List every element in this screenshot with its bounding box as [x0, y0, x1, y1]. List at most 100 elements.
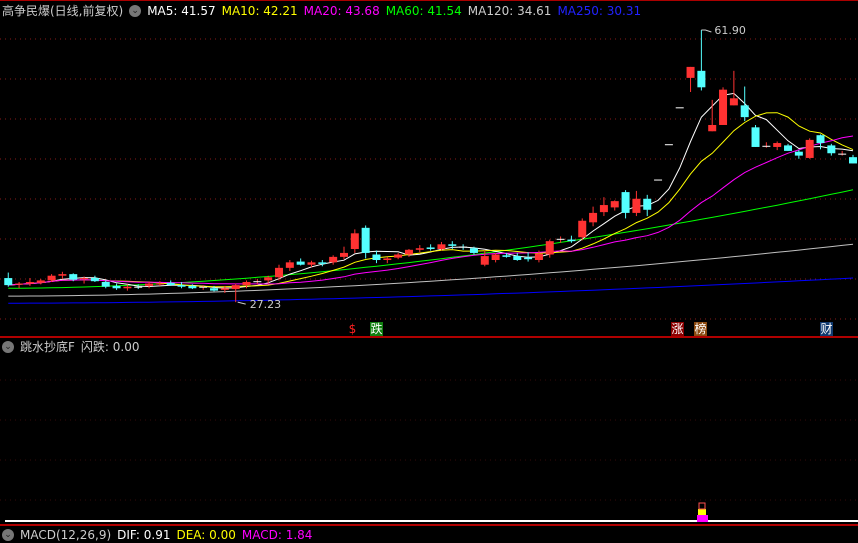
- macd-dif: DIF: 0.91: [117, 528, 171, 542]
- candle-body: [394, 254, 403, 258]
- candle-body: [145, 283, 154, 286]
- candle-body: [383, 258, 392, 261]
- candle-body: [307, 262, 316, 265]
- candle-body: [69, 274, 78, 280]
- candle-body: [253, 281, 262, 283]
- candle-body: [426, 247, 435, 250]
- candle-body: [794, 151, 803, 156]
- candle-body: [556, 238, 565, 240]
- marker-drop[interactable]: 跌: [370, 322, 383, 336]
- candle-body: [773, 143, 782, 147]
- candle-body: [545, 241, 554, 255]
- candle-body: [134, 286, 143, 288]
- candle-body: [849, 157, 857, 164]
- candle-body: [361, 227, 370, 253]
- chevron-down-icon[interactable]: ⌄: [2, 341, 14, 353]
- indicator-signal-bar: [698, 509, 706, 515]
- candle-body: [643, 198, 652, 210]
- candle-body: [4, 278, 13, 286]
- low-pointer: [237, 301, 246, 305]
- indicator-value: 闪跌: 0.00: [80, 340, 140, 354]
- marker-finance[interactable]: 财: [820, 322, 833, 336]
- macd-value: MACD: 1.84: [241, 528, 313, 542]
- candle-body: [469, 248, 478, 253]
- low-price-label: 27.23: [250, 298, 282, 311]
- candle-body: [599, 205, 608, 213]
- indicator-signal-bar: [698, 502, 706, 510]
- indicator-signal-bar: [697, 515, 708, 522]
- candle-body: [231, 285, 240, 290]
- candle-body: [166, 282, 175, 286]
- candle-body: [762, 145, 771, 147]
- candle-body: [80, 278, 89, 280]
- ma20-line: [8, 135, 854, 286]
- marker-rise[interactable]: 涨: [671, 322, 684, 336]
- candle-body: [610, 201, 619, 208]
- candle-body: [36, 280, 45, 283]
- candle-body: [199, 286, 208, 288]
- indicator-title: 跳水抄底F: [20, 340, 75, 354]
- candle-body: [404, 249, 413, 255]
- candle-body: [415, 248, 424, 250]
- candle-body: [15, 283, 24, 285]
- high-price-label: 61.90: [714, 24, 746, 37]
- candle-body: [275, 267, 284, 278]
- candle-body: [318, 262, 327, 264]
- candle-body: [524, 257, 533, 260]
- candle-body: [350, 233, 359, 250]
- candle-body: [708, 124, 717, 132]
- candle-body: [805, 139, 814, 158]
- candle-body: [621, 192, 630, 213]
- candle-body: [675, 107, 684, 109]
- panel-divider: [0, 524, 858, 526]
- candle-body: [740, 105, 749, 118]
- candle-body: [264, 277, 273, 281]
- candle-body: [285, 262, 294, 268]
- candle-body: [480, 256, 489, 265]
- candle-body: [751, 127, 760, 147]
- candle-body: [827, 145, 836, 154]
- ma10-line: [8, 112, 854, 288]
- macd-header: ⌄ MACD(12,26,9) DIF: 0.91 DEA: 0.00 MACD…: [2, 527, 312, 543]
- marker-rank[interactable]: 榜: [694, 322, 707, 336]
- candle-body: [632, 198, 641, 213]
- macd-title: MACD(12,26,9): [20, 528, 112, 542]
- candle-body: [448, 244, 457, 246]
- marker-dollar[interactable]: $: [346, 322, 359, 336]
- candle-body: [155, 283, 164, 285]
- candle-body: [654, 179, 663, 181]
- candle-body: [838, 153, 847, 155]
- candle-body: [491, 254, 500, 261]
- candle-body: [816, 135, 825, 144]
- candle-body: [47, 275, 56, 281]
- candle-body: [339, 252, 348, 257]
- candle-body: [177, 285, 186, 287]
- macd-dea: DEA: 0.00: [176, 528, 236, 542]
- candle-body: [578, 220, 587, 238]
- candle-body: [784, 145, 793, 151]
- candle-body: [296, 261, 305, 265]
- indicator-header: ⌄ 跳水抄底F 闪跌: 0.00: [2, 339, 139, 355]
- candle-body: [664, 144, 673, 146]
- candle-body: [719, 89, 728, 125]
- panel-divider: [0, 336, 858, 338]
- candle-body: [513, 256, 522, 261]
- candle-body: [123, 286, 132, 289]
- candle-body: [534, 253, 543, 261]
- candle-body: [188, 285, 197, 289]
- candle-body: [58, 274, 67, 276]
- candle-body: [101, 281, 110, 287]
- candle-body: [729, 98, 738, 106]
- candle-body: [686, 66, 695, 78]
- candle-body: [372, 254, 381, 261]
- candle-body: [220, 288, 229, 290]
- high-pointer: [701, 29, 712, 33]
- candle-body: [697, 70, 706, 88]
- candlestick-chart[interactable]: 61.90 27.23: [0, 0, 858, 531]
- candle-body: [567, 239, 576, 242]
- candle-body: [459, 246, 468, 248]
- candle-body: [437, 244, 446, 250]
- candle-body: [589, 212, 598, 223]
- candle-body: [25, 281, 34, 284]
- candle-body: [210, 288, 219, 291]
